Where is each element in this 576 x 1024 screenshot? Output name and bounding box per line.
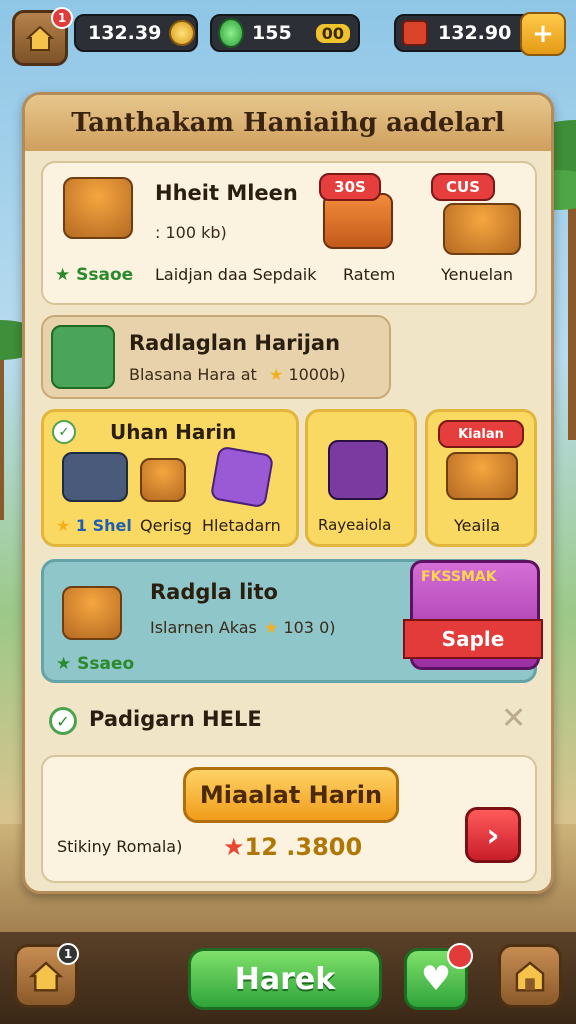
chest-icon (51, 325, 115, 389)
check-icon: ✓ (52, 420, 76, 444)
bottom-home-badge: 1 (57, 943, 79, 965)
checkbox-icon[interactable]: ✓ (49, 707, 77, 735)
shop-icon (515, 961, 545, 992)
gem-suffix: 00 (315, 23, 350, 43)
footer-value: ★12 .3800 (223, 833, 363, 861)
offer-title: Hheit Mleen (155, 181, 298, 205)
sale-badge-top: FKSSMAK (421, 569, 497, 585)
offer-card-yeaila[interactable]: Kialan Yeaila (425, 409, 537, 547)
checkbox-label: Padigarn HELE (89, 707, 262, 731)
featured-offer-card[interactable]: Hheit Mleen : 100 kb) ★ Ssaoe Laidjan da… (41, 161, 537, 305)
house-icon (28, 961, 64, 992)
ticket-icon (402, 20, 428, 46)
social-button[interactable]: ♥ (404, 943, 473, 1010)
ticket-value: 132.90 (438, 22, 512, 44)
bottom-home-button[interactable]: 1 (14, 943, 79, 1008)
panel-header: Tanthakam Haniaihg aadelarl (25, 95, 551, 151)
star-icon: ★ (264, 618, 279, 637)
top-bar: 1 132.39 155 00 132.90 + (10, 7, 566, 66)
offer-card-uhan-harin[interactable]: ✓ Uhan Harin ★ 1 Shel Qerisg Hletadarn (41, 409, 299, 547)
treasure-basket-icon (446, 452, 518, 500)
bottom-bar: 1 Harek ♥ (0, 932, 576, 1024)
coin-icon (169, 20, 196, 46)
home-button[interactable]: 1 (12, 7, 73, 66)
sale-badge[interactable]: FKSSMAK Saple (403, 560, 543, 670)
next-arrow-button[interactable]: › (465, 807, 521, 863)
gem-counter: 155 00 (210, 14, 360, 52)
house-icon (25, 25, 55, 51)
flower-pot-icon (140, 458, 186, 502)
offer2-subtitle: Blasana Hara at (129, 365, 257, 384)
offer2-title: Radlaglan Harijan (129, 331, 341, 355)
claim-button[interactable]: Miaalat Harin (183, 767, 399, 823)
panel-title: Tanthakam Haniaihg aadelarl (71, 108, 505, 138)
sale-banner: Saple (403, 619, 543, 659)
offer3-label2: Qerisg (140, 516, 192, 535)
chevron-right-icon: › (486, 816, 500, 854)
gift-box-icon (323, 193, 393, 249)
coin-value: 132.39 (88, 22, 162, 44)
offer-badge: ★ Ssaoe (55, 265, 134, 285)
offer-card-radlaglan[interactable]: Radlaglan Harijan Blasana Hara at ★ 1000… (41, 315, 391, 399)
offer5-label: Yeaila (454, 516, 500, 535)
fruit-basket-icon (63, 177, 133, 239)
footer-label: Stikiny Romala) (57, 837, 183, 856)
offer3-title: Uhan Harin (110, 420, 237, 444)
add-currency-button[interactable]: + (520, 12, 566, 56)
close-icon[interactable]: ✕ (501, 701, 526, 736)
item-sign: 30S (319, 173, 381, 201)
item-sign-kialan: Kialan (438, 420, 524, 448)
offer-price: : 100 kb) (155, 223, 227, 242)
plant-pot-icon (62, 586, 122, 640)
harek-button[interactable]: Harek (188, 948, 382, 1010)
candy-basket-icon (443, 203, 521, 255)
offer6-title: Radgla lito (150, 580, 278, 604)
star-icon: ★ (269, 365, 284, 384)
offer-card-radgla-lito[interactable]: Radgla lito Islarnen Akas ★ 103 0) ★ Ssa… (41, 559, 543, 683)
offer3-label3: Hletadarn (202, 516, 281, 535)
home-notification-badge: 1 (51, 7, 73, 29)
social-notification-dot (447, 943, 473, 969)
star-icon: ★ (223, 833, 245, 861)
item-label-yenuelan: Yenuelan (441, 265, 514, 284)
book-icon (328, 440, 388, 500)
shop-button[interactable] (498, 944, 562, 1008)
ticket-counter: 132.90 (394, 14, 532, 52)
offer4-label: Rayeaiola (318, 516, 392, 534)
gem-icon (218, 18, 244, 48)
offer6-subtitle: Islarnen Akas (150, 618, 257, 637)
plus-icon: + (532, 19, 554, 49)
offer6-value: ★ 103 0) (264, 618, 336, 637)
heart-icon: ♥ (420, 959, 452, 999)
star-icon: ★ (56, 516, 71, 535)
gem-bag-icon (209, 445, 275, 509)
item-sign-cus: CUS (431, 173, 495, 201)
item-label-ratem: Ratem (343, 265, 396, 284)
offer2-value: ★ 1000b) (269, 365, 346, 384)
offer-label: Laidjan daa Sepdaik (155, 265, 317, 284)
coin-counter: 132.39 (74, 14, 198, 52)
daily-shop-panel: Tanthakam Haniaihg aadelarl Hheit Mleen … (22, 92, 554, 894)
offer-card-rayeaiola[interactable]: Rayeaiola (305, 409, 417, 547)
mower-icon (62, 452, 128, 502)
action-card: Miaalat Harin Stikiny Romala) ★12 .3800 … (41, 755, 537, 883)
offer6-badge: ★ Ssaeo (56, 654, 135, 674)
offer3-value: ★ 1 Shel (56, 516, 132, 535)
gem-value: 155 (252, 22, 292, 44)
